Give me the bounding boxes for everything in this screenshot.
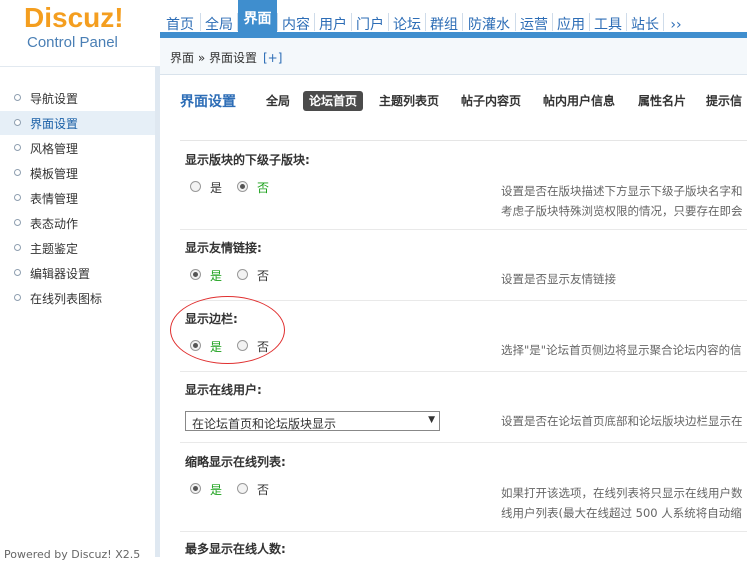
tab-1[interactable]: 论坛首页 [303,91,364,111]
sidebar-item-label: 编辑器设置 [30,267,91,281]
bullet-icon [14,194,21,201]
add-shortcut-link[interactable]: [+] [263,51,282,65]
sidebar-item-4[interactable]: 表情管理 [0,186,155,210]
setting-title: 显示版块的下级子版块: [185,153,310,167]
logo-title: Discuz! [24,2,124,33]
bullet-icon [14,269,21,276]
sidebar-divider [155,66,160,557]
setting-title: 显示友情链接: [185,241,262,255]
tab-4[interactable]: 帖内用户信息 [537,91,621,111]
setting-description: 如果打开该选项，在线列表将只显示在线用户数 [501,486,743,500]
radio-button[interactable] [237,181,248,192]
row-divider [180,229,747,230]
radio-label[interactable]: 否 [257,179,269,196]
sidebar-item-label: 表情管理 [30,192,79,206]
setting-description: 线用户列表(最大在线超过 500 人系统将自动缩 [501,506,742,520]
tab-2[interactable]: 主题列表页 [373,91,445,111]
breadcrumb-path[interactable]: 界面 » 界面设置 [170,51,257,65]
dropdown-arrow-icon: ▼ [428,415,435,425]
setting-title: 缩略显示在线列表: [185,455,286,469]
setting-description: 设置是否显示友情链接 [501,272,616,286]
sidebar-item-3[interactable]: 模板管理 [0,161,155,185]
setting-description: 选择"是"论坛首页侧边将显示聚合论坛内容的信 [501,343,742,357]
bullet-icon [14,94,21,101]
row-divider [180,300,747,301]
powered-by: Powered by Discuz! X2.5 [4,548,141,561]
sidebar-item-label: 风格管理 [30,142,79,156]
logo-subtitle: Control Panel [27,34,118,51]
sidebar-item-5[interactable]: 表态动作 [0,211,155,235]
highlight-annotation [170,296,285,364]
row-divider [180,531,747,532]
sidebar-item-0[interactable]: 导航设置 [0,86,155,110]
online-users-select[interactable]: 在论坛首页和论坛版块显示 ▼ [185,411,440,431]
sidebar-item-label: 表态动作 [30,217,79,231]
subnav-tabs: 界面设置 全局 论坛首页 主题列表页 帖子内容页 帖内用户信息 属性名片 提示信 [160,75,747,135]
sidebar-item-8[interactable]: 在线列表图标 [0,286,155,310]
radio-button[interactable] [190,181,201,192]
radio-button[interactable] [237,269,248,280]
radio-label[interactable]: 是 [210,179,222,196]
radio-button[interactable] [190,483,201,494]
radio-label[interactable]: 否 [257,267,269,284]
setting-description: 考虑子版块特殊浏览权限的情况，只要存在即会 [501,204,743,218]
bullet-icon [14,144,21,151]
tab-3[interactable]: 帖子内容页 [455,91,527,111]
radio-button[interactable] [190,269,201,280]
sidebar-item-label: 导航设置 [30,92,79,106]
setting-title: 显示在线用户: [185,383,262,397]
bullet-icon [14,244,21,251]
sidebar: 导航设置界面设置风格管理模板管理表情管理表态动作主题鉴定编辑器设置在线列表图标 [0,66,155,558]
sidebar-item-6[interactable]: 主题鉴定 [0,236,155,260]
logo[interactable]: Discuz! Control Panel [0,0,160,66]
setting-title: 最多显示在线人数: [185,542,286,556]
page-title: 界面设置 [180,94,236,110]
row-divider [180,442,747,443]
radio-label[interactable]: 否 [257,481,269,498]
tab-5[interactable]: 属性名片 [632,91,692,111]
sidebar-item-2[interactable]: 风格管理 [0,136,155,160]
breadcrumb-bar: 界面 » 界面设置 [+] [160,38,747,75]
sidebar-item-7[interactable]: 编辑器设置 [0,261,155,285]
bullet-icon [14,119,21,126]
tab-0[interactable]: 全局 [260,91,296,111]
sidebar-item-label: 模板管理 [30,167,79,181]
row-divider [180,371,747,372]
sidebar-item-label: 在线列表图标 [30,292,103,306]
tab-6[interactable]: 提示信 [700,91,747,111]
sidebar-item-1[interactable]: 界面设置 [0,111,155,135]
bullet-icon [14,219,21,226]
bullet-icon [14,294,21,301]
bullet-icon [14,169,21,176]
sidebar-item-label: 主题鉴定 [30,242,79,256]
setting-description: 设置是否在版块描述下方显示下级子版块名字和 [501,184,743,198]
radio-button[interactable] [237,483,248,494]
sidebar-item-label: 界面设置 [30,117,79,131]
select-value: 在论坛首页和论坛版块显示 [192,417,337,431]
setting-description: 设置是否在论坛首页底部和论坛版块边栏显示在 [501,414,743,428]
tabs-divider [180,140,747,141]
radio-label[interactable]: 是 [210,267,222,284]
radio-label[interactable]: 是 [210,481,222,498]
breadcrumb: 界面 » 界面设置 [+] [170,49,282,66]
